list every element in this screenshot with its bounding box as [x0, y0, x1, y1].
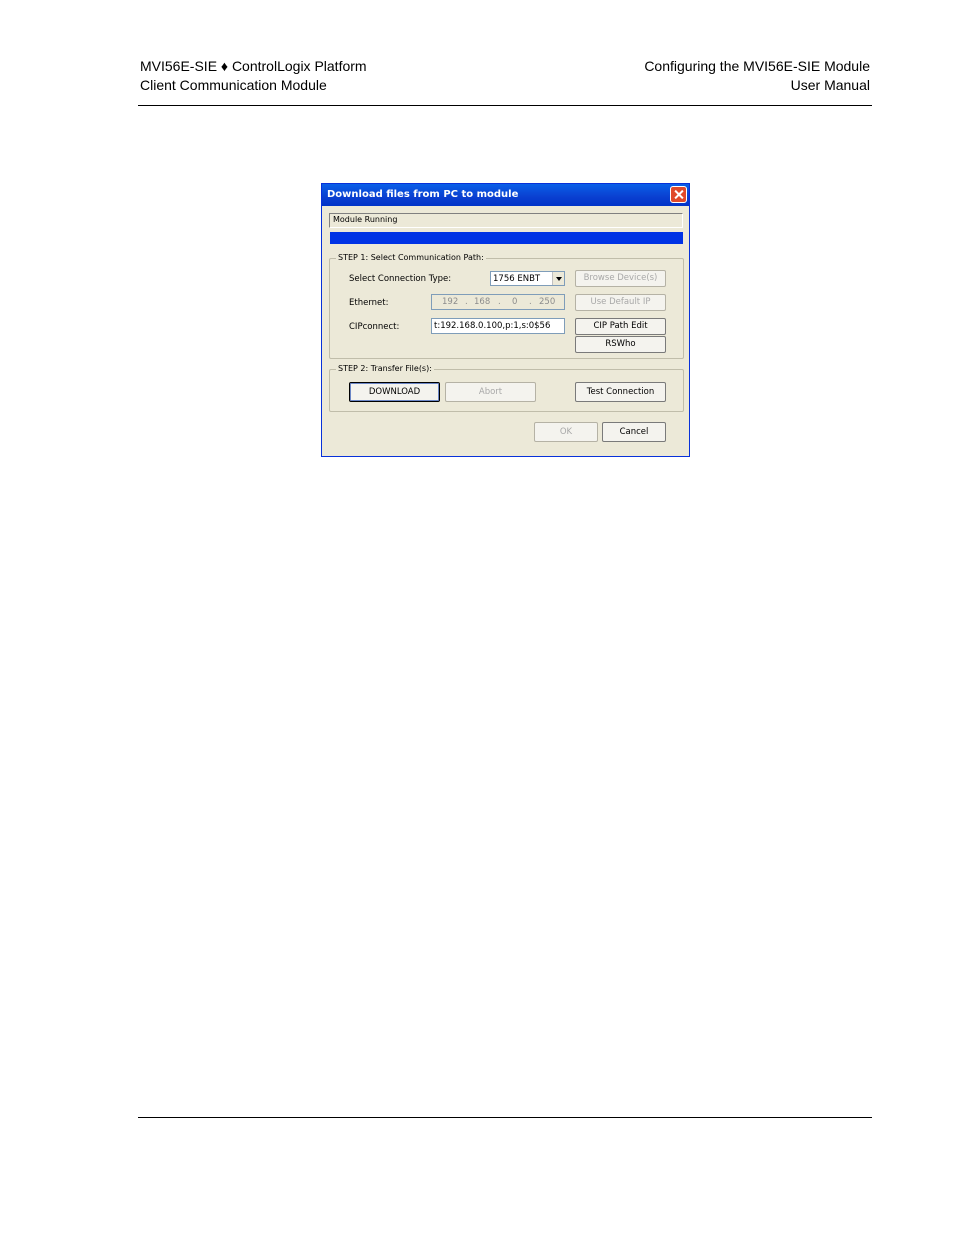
cipconnect-input[interactable]: t:192.168.0.100,p:1,s:0$56: [431, 318, 565, 334]
close-icon[interactable]: [670, 186, 687, 203]
connection-type-select[interactable]: 1756 ENBT: [490, 271, 565, 286]
cancel-button[interactable]: Cancel: [602, 422, 666, 442]
download-dialog: Download files from PC to module Module …: [321, 183, 690, 457]
dialog-titlebar: Download files from PC to module: [322, 184, 689, 206]
use-default-ip-button[interactable]: Use Default IP: [575, 294, 666, 311]
cipconnect-label: CIPconnect:: [349, 322, 400, 332]
ok-button[interactable]: OK: [534, 422, 598, 442]
ip-octet-4: 250: [539, 297, 556, 307]
dialog-title: Download files from PC to module: [327, 189, 519, 200]
browse-devices-button[interactable]: Browse Device(s): [575, 270, 666, 287]
step1-group: STEP 1: Select Communication Path: Selec…: [329, 253, 684, 359]
page-header-left: MVI56E-SIE ♦ ControlLogix Platform Clien…: [140, 57, 367, 95]
step2-group: STEP 2: Transfer File(s): DOWNLOAD Abort…: [329, 364, 684, 412]
ip-octet-2: 168: [474, 297, 491, 307]
cip-path-edit-button[interactable]: CIP Path Edit: [575, 318, 666, 335]
header-product-title: MVI56E-SIE ♦ ControlLogix Platform: [140, 58, 367, 74]
connection-type-value: 1756 ENBT: [493, 274, 541, 284]
chevron-down-icon[interactable]: [552, 272, 564, 285]
header-section-title: Configuring the MVI56E-SIE Module: [644, 58, 870, 74]
header-doc-type: User Manual: [790, 77, 870, 93]
progress-bar: [330, 232, 683, 244]
page-header-right: Configuring the MVI56E-SIE Module User M…: [644, 57, 870, 95]
rswho-button[interactable]: RSWho: [575, 336, 666, 353]
status-field: Module Running: [329, 213, 683, 228]
step2-legend: STEP 2: Transfer File(s):: [336, 364, 434, 373]
header-product-subtitle: Client Communication Module: [140, 77, 327, 93]
ethernet-label: Ethernet:: [349, 298, 389, 308]
ethernet-ip-field[interactable]: 192 . 168 . 0 . 250: [431, 294, 565, 310]
step1-legend: STEP 1: Select Communication Path:: [336, 253, 486, 262]
ip-octet-1: 192: [442, 297, 459, 307]
test-connection-button[interactable]: Test Connection: [575, 382, 666, 402]
download-button[interactable]: DOWNLOAD: [349, 382, 440, 402]
header-divider: [138, 105, 872, 106]
abort-button[interactable]: Abort: [445, 382, 536, 402]
connection-type-label: Select Connection Type:: [349, 274, 452, 284]
ip-octet-3: 0: [512, 297, 518, 307]
footer-divider: [138, 1117, 872, 1118]
